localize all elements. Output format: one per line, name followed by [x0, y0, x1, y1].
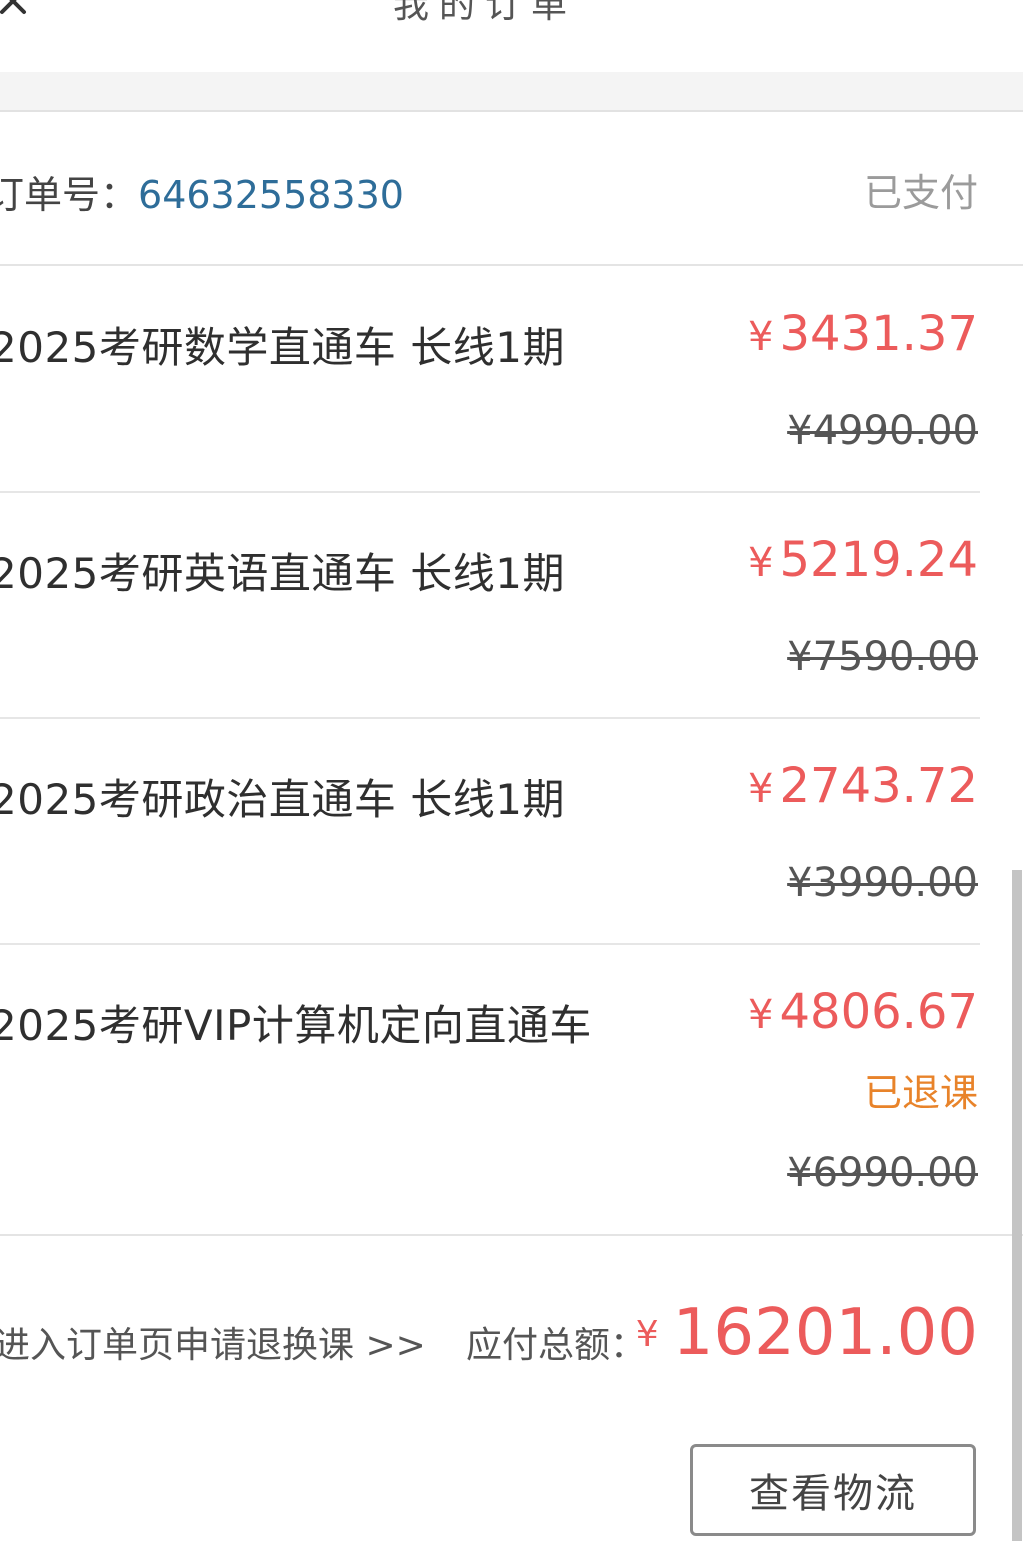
item-original-price: ¥3990.00 [787, 860, 978, 906]
order-status: 已支付 [863, 171, 978, 215]
order-item[interactable]: 2025考研数学直通车 长线1期 ¥3431.37 ¥4990.00 [0, 266, 1023, 492]
order-item[interactable]: 2025考研VIP计算机定向直通车 ¥4806.67 已退课 ¥6990.00 [0, 944, 1023, 1234]
page-title: 我的订单 [392, 0, 577, 26]
divider [0, 1234, 1023, 1236]
order-number-label: 订单号： [0, 173, 139, 217]
item-original-price: ¥7590.00 [787, 634, 978, 680]
item-price-value: 4806.67 [779, 984, 979, 1040]
item-name: 2025考研政治直通车 长线1期 [0, 775, 565, 824]
currency-symbol: ¥ [748, 766, 774, 812]
total-amount-value: 16201.00 [672, 1296, 978, 1370]
refund-status-badge: 已退课 [863, 1071, 978, 1115]
order-number-value[interactable]: 64632558330 [138, 173, 404, 217]
currency-symbol: ¥ [748, 314, 774, 360]
currency-symbol: ¥ [748, 992, 774, 1038]
item-price-value: 5219.24 [779, 532, 979, 588]
order-detail-page: 我的订单 订单号：64632558330 已支付 2025考研数学直通车 长线1… [0, 0, 1023, 1541]
refund-exchange-link[interactable]: 进入订单页申请退换课 >> [0, 1316, 426, 1368]
total-amount: ¥16201.00 [636, 1296, 978, 1370]
scrollbar[interactable] [1012, 870, 1022, 1541]
item-price-value: 3431.37 [779, 306, 979, 362]
item-price: ¥4806.67 [748, 984, 978, 1040]
currency-symbol: ¥ [635, 1314, 659, 1355]
order-item[interactable]: 2025考研政治直通车 长线1期 ¥2743.72 ¥3990.00 [0, 718, 1023, 944]
item-price: ¥3431.37 [748, 306, 978, 362]
order-header: 订单号：64632558330 已支付 [0, 112, 1023, 264]
item-original-price: ¥6990.00 [787, 1150, 978, 1196]
item-name: 2025考研英语直通车 长线1期 [0, 549, 565, 598]
order-item[interactable]: 2025考研英语直通车 长线1期 ¥5219.24 ¥7590.00 [0, 492, 1023, 718]
view-logistics-button[interactable]: 查看物流 [690, 1444, 976, 1536]
currency-symbol: ¥ [748, 540, 774, 586]
section-divider [0, 72, 1023, 112]
total-label: 应付总额： [466, 1325, 647, 1366]
item-original-price: ¥4990.00 [787, 408, 978, 454]
item-price: ¥2743.72 [748, 758, 978, 814]
item-price: ¥5219.24 [748, 532, 978, 588]
order-number-row: 订单号：64632558330 [0, 164, 404, 219]
item-price-value: 2743.72 [779, 758, 979, 814]
top-bar: 我的订单 [0, 0, 1023, 72]
item-name: 2025考研VIP计算机定向直通车 [0, 1001, 592, 1050]
item-name: 2025考研数学直通车 长线1期 [0, 323, 565, 372]
